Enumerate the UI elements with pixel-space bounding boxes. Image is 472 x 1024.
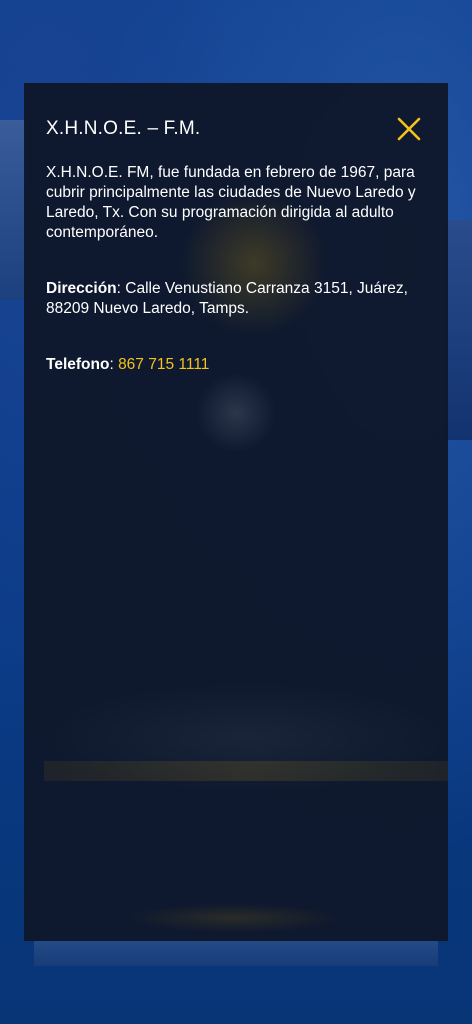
close-button[interactable] xyxy=(396,116,422,142)
blurred-button xyxy=(124,903,344,933)
modal-header: X.H.N.O.E. – F.M. xyxy=(46,113,426,145)
background-trees xyxy=(446,220,472,440)
station-description: X.H.N.O.E. FM, fue fundada en febrero de… xyxy=(46,164,416,241)
background-bottom-strip xyxy=(34,938,438,966)
phone-link[interactable]: 867 715 1111 xyxy=(118,356,209,373)
blurred-accent-band xyxy=(44,761,448,781)
phone-row: Telefono: 867 715 1111 xyxy=(46,356,210,373)
modal-title: X.H.N.O.E. – F.M. xyxy=(46,118,201,139)
close-icon xyxy=(397,117,421,141)
background-building xyxy=(0,120,26,300)
station-info-modal: X.H.N.O.E. – F.M. X.H.N.O.E. FM, fue fun… xyxy=(24,83,448,941)
phone-label: Telefono xyxy=(46,356,110,373)
address-row: Dirección: Calle Venustiano Carranza 315… xyxy=(46,280,408,317)
address-label: Dirección xyxy=(46,280,117,297)
blurred-play-button xyxy=(196,373,276,453)
